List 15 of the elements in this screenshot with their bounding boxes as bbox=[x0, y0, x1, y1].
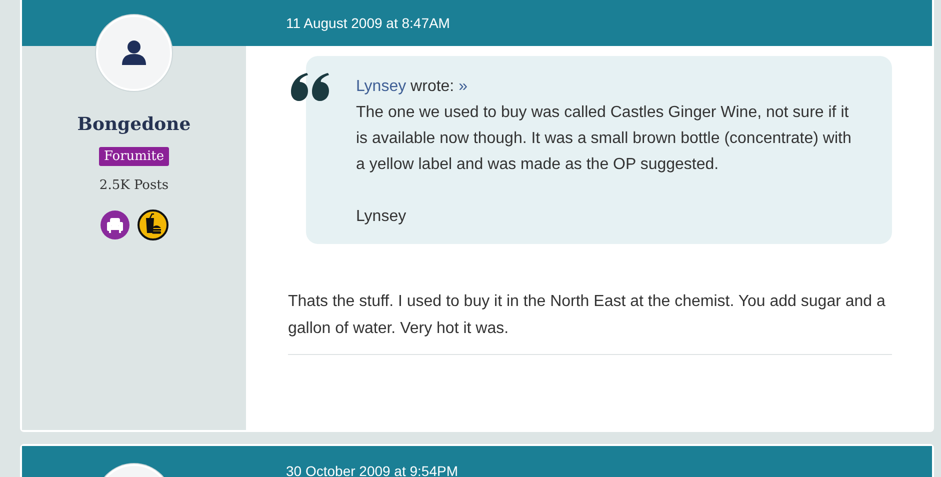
post-text: Thats the stuff. I used to buy it in the North East at the chemist. You add sugar and a gallon of water. Very hot it was. bbox=[288, 292, 886, 339]
food-badge-icon[interactable] bbox=[136, 209, 168, 241]
quote-signature: Lynsey bbox=[356, 207, 408, 227]
armchair-badge-icon[interactable] bbox=[100, 210, 130, 240]
jump-link[interactable]: » bbox=[458, 78, 468, 95]
quote-text: The one we used to buy was called Castles Ginger Wine, not sure if it is available now though. It was a small brown bottle (concentrate) with a yellow label and was made as the OP suggested. bbox=[356, 103, 852, 175]
post-date: 11 August 2009 at 8:47AM bbox=[286, 15, 450, 31]
author-name[interactable]: Bongedone bbox=[77, 114, 191, 135]
post-count: 2.5K Posts bbox=[99, 178, 169, 193]
rank-badge: Forumite bbox=[98, 147, 170, 166]
quote-author-link[interactable]: Lynsey bbox=[356, 78, 406, 95]
quote-mark-icon bbox=[290, 72, 330, 102]
post-date: 30 October 2009 at 9:54PM bbox=[286, 463, 458, 477]
person-icon bbox=[119, 38, 149, 68]
quote-attribution: Lynsey wrote: » bbox=[356, 77, 468, 97]
